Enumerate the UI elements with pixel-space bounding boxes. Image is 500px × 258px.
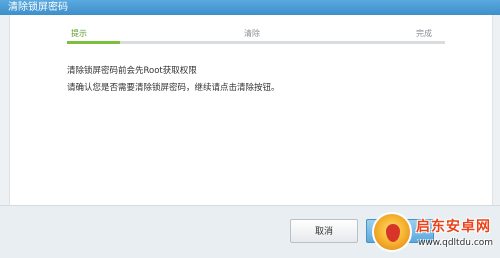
left-edge	[0, 15, 9, 205]
title-bar: 清除锁屏密码	[0, 0, 500, 15]
step-done: 完成	[416, 29, 432, 38]
message-line-1: 清除锁屏密码前会先Root获取权限	[67, 66, 197, 76]
message-line-2: 请确认您是否需要清除锁屏密码，继续请点击清除按钮。	[67, 83, 280, 93]
cancel-button[interactable]: 取消	[290, 219, 358, 243]
step-clear: 清除	[244, 29, 260, 38]
dialog-content: 提示 清除 完成 清除锁屏密码前会先Root获取权限 请确认您是否需要清除锁屏密…	[9, 15, 493, 205]
watermark: 启东安卓网 www.qdltdu.com	[370, 210, 500, 258]
step-progress-track	[67, 41, 445, 44]
watermark-url: www.qdltdu.com	[418, 238, 494, 248]
watermark-title: 启东安卓网	[416, 219, 491, 235]
watermark-logo-icon	[372, 212, 412, 252]
window-title: 清除锁屏密码	[8, 2, 68, 13]
step-progress-fill	[67, 41, 120, 44]
dialog-window: 清除锁屏密码 提示 清除 完成 清除锁屏密码前会先Root获取权限 请确认您是否…	[0, 0, 500, 258]
watermark-logo-mark	[386, 224, 400, 242]
step-prompt: 提示	[71, 29, 87, 38]
